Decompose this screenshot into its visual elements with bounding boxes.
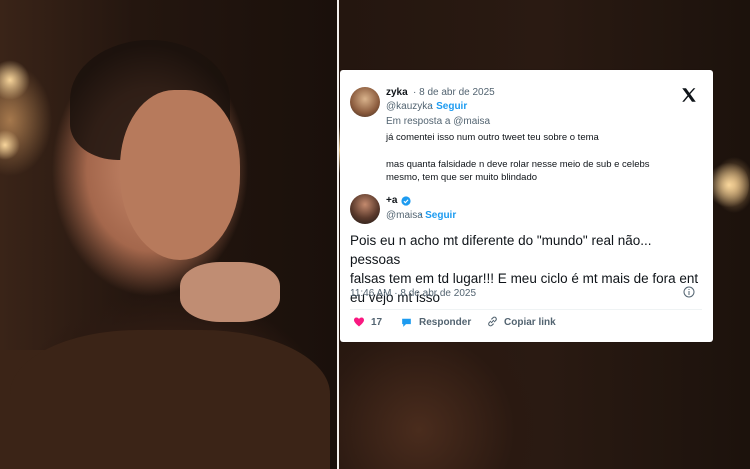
reply-text-line: já comentei isso num outro tweet teu sob… — [386, 132, 599, 143]
like-count[interactable]: 17 — [371, 317, 382, 329]
avatar[interactable] — [350, 87, 380, 117]
display-name[interactable]: +a — [386, 195, 397, 207]
tweet-text-line: falsas tem em td lugar!!! E meu ciclo é … — [350, 271, 699, 286]
reply-text-line: mesmo, tem que ser muito blindado — [386, 172, 538, 183]
user-handle[interactable]: @maisa — [386, 210, 423, 222]
hand-shape — [180, 262, 280, 322]
tweet-text-line: Pois eu n acho mt diferente do "mundo" r… — [350, 233, 652, 267]
heart-icon[interactable] — [353, 316, 365, 328]
tweet-date: · 8 de abr de 2025 — [413, 87, 495, 98]
face-shape — [120, 90, 240, 260]
link-icon[interactable] — [486, 315, 499, 328]
tweet-timestamp[interactable]: 11:46 AM · 8 de abr de 2025 — [350, 288, 476, 300]
background-photo-left — [0, 0, 337, 469]
avatar[interactable] — [350, 194, 380, 224]
divider — [350, 309, 702, 310]
copy-link-button[interactable]: Copiar link — [504, 317, 556, 329]
dress-shape — [10, 330, 330, 469]
reply-button[interactable]: Responder — [419, 317, 471, 329]
background-light — [0, 60, 30, 100]
background-light — [0, 130, 20, 160]
follow-button[interactable]: · Seguir — [430, 101, 467, 113]
tweet-card: zyka · 8 de abr de 2025 @kauzyka · Segui… — [340, 70, 713, 342]
info-icon[interactable] — [683, 286, 695, 298]
reply-text-line: mas quanta falsidade n deve rolar nesse … — [386, 159, 650, 170]
display-name[interactable]: zyka — [386, 87, 408, 99]
background-light — [709, 160, 749, 210]
reply-bubble-icon[interactable] — [400, 316, 413, 329]
reply-context[interactable]: Em resposta a @maisa — [386, 116, 490, 128]
verified-badge-icon — [401, 196, 411, 206]
user-handle[interactable]: @kauzyka — [386, 101, 433, 113]
follow-button[interactable]: · Seguir — [419, 210, 456, 222]
x-logo-icon[interactable] — [680, 86, 698, 104]
